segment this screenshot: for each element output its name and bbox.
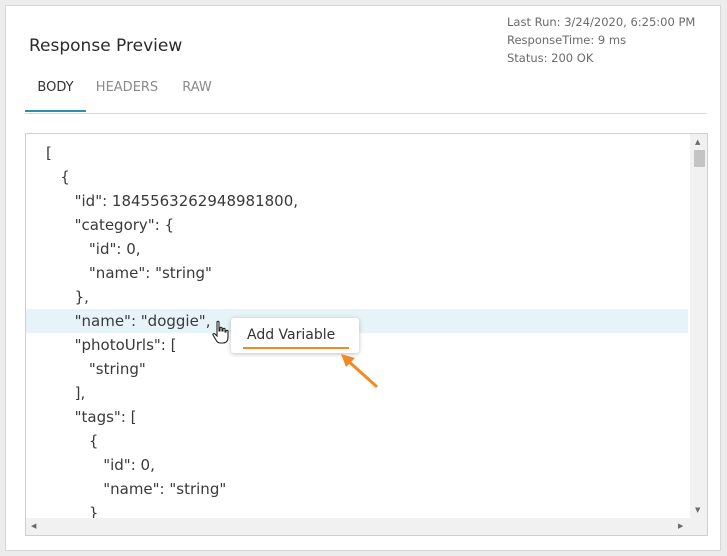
vertical-scrollbar[interactable]: ▲ ▼ xyxy=(690,134,707,518)
response-preview-panel: Response Preview Last Run: 3/24/2020, 6:… xyxy=(5,5,721,551)
code-line[interactable]: }, xyxy=(26,285,688,309)
code-line[interactable]: "id": 0, xyxy=(26,237,688,261)
scroll-down-icon[interactable]: ▼ xyxy=(695,506,700,514)
last-run-text: Last Run: 3/24/2020, 6:25:00 PM xyxy=(507,15,696,29)
response-body-viewer[interactable]: [ { "id": 1845563262948981800, "category… xyxy=(25,133,708,536)
code-line[interactable]: "id": 1845563262948981800, xyxy=(26,189,688,213)
annotation-underline xyxy=(243,347,349,349)
code-line[interactable]: "name": "string" xyxy=(26,261,688,285)
code-line[interactable]: [ xyxy=(26,141,688,165)
code-line[interactable]: "name": "string" xyxy=(26,477,688,501)
vertical-scroll-thumb[interactable] xyxy=(694,150,705,167)
status-text: Status: 200 OK xyxy=(507,51,594,65)
code-line[interactable]: { xyxy=(26,165,688,189)
response-tabs: BODY HEADERS RAW xyxy=(25,76,707,114)
tab-raw[interactable]: RAW xyxy=(179,76,215,112)
code-line[interactable]: "category": { xyxy=(26,213,688,237)
hand-cursor-icon xyxy=(212,320,229,344)
tab-body[interactable]: BODY xyxy=(25,76,86,112)
horizontal-scrollbar[interactable]: ◀ ▶ xyxy=(26,518,707,535)
scroll-right-icon[interactable]: ▶ xyxy=(678,522,683,530)
code-line[interactable]: { xyxy=(26,429,688,453)
scroll-up-icon[interactable]: ▲ xyxy=(695,138,700,146)
response-time-text: ResponseTime: 9 ms xyxy=(507,33,627,47)
code-line[interactable]: "id": 0, xyxy=(26,453,688,477)
panel-title: Response Preview xyxy=(29,36,183,56)
tab-headers[interactable]: HEADERS xyxy=(94,76,160,112)
add-variable-popup[interactable]: Add Variable xyxy=(231,318,359,353)
annotation-arrow-icon xyxy=(341,354,378,388)
scroll-left-icon[interactable]: ◀ xyxy=(31,522,36,530)
code-line[interactable]: "tags": [ xyxy=(26,405,688,429)
run-info: Last Run: 3/24/2020, 6:25:00 PM Response… xyxy=(507,13,695,67)
add-variable-label[interactable]: Add Variable xyxy=(247,327,335,343)
